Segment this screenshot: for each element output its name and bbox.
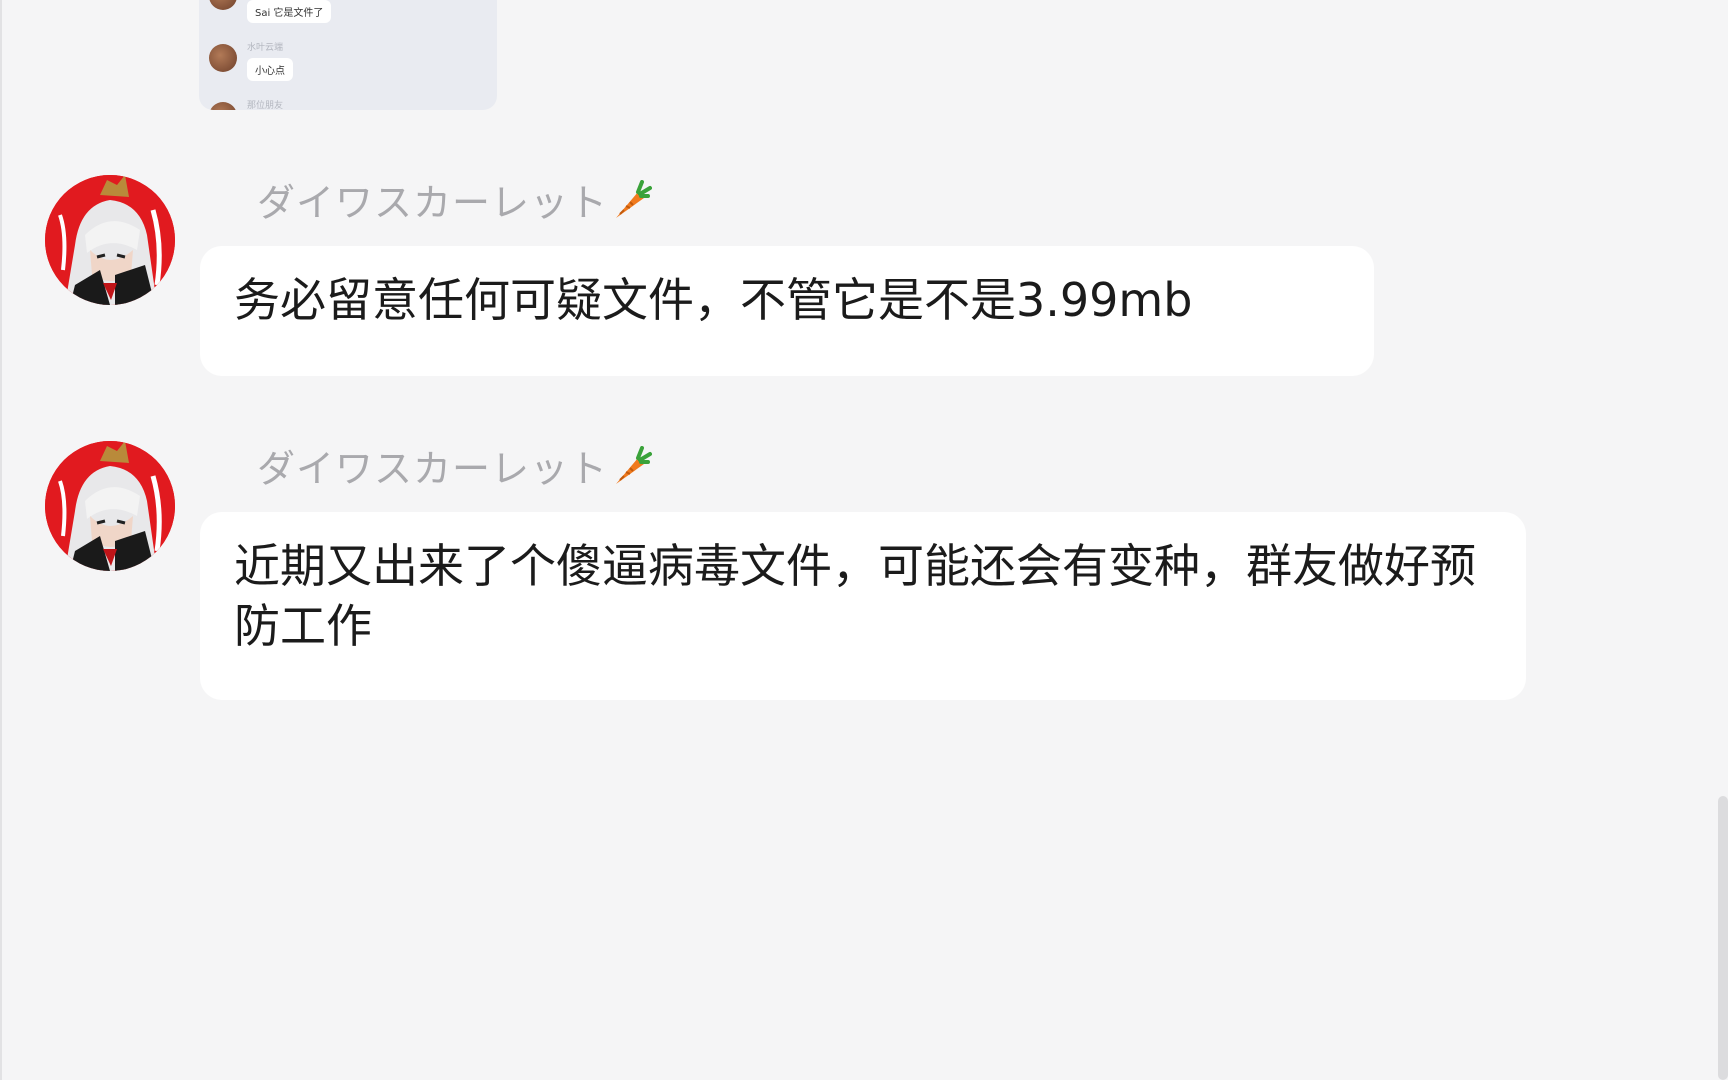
sender-name[interactable]: ダイワスカーレット: [257, 438, 653, 497]
scrollbar-thumb[interactable]: [1718, 796, 1728, 1080]
preview-sender-name: 水叶云端: [247, 43, 284, 53]
sender-name-text: ダイワスカーレット: [257, 447, 609, 491]
forwarded-chat-preview-card[interactable]: Sai 它是文件了 水叶云端 小心点 那位朋友: [199, 0, 497, 110]
preview-message-text: Sai 它是文件了: [247, 0, 332, 23]
carrot-icon: [610, 180, 653, 231]
avatar: [209, 0, 237, 10]
scrollbar[interactable]: [1714, 0, 1728, 1080]
sender-name-text: ダイワスカーレット: [257, 181, 609, 225]
anime-character-avatar-icon: [45, 441, 175, 571]
avatar: [209, 44, 237, 72]
message-bubble[interactable]: 近期又出来了个傻逼病毒文件，可能还会有变种，群友做好预防工作: [200, 512, 1526, 700]
chat-message-list[interactable]: Sai 它是文件了 水叶云端 小心点 那位朋友 ダイワスカーレット 务必留意任何…: [0, 0, 1728, 1080]
preview-message-text: 小心点: [247, 58, 293, 81]
anime-character-avatar-icon: [45, 175, 175, 305]
avatar: [209, 102, 237, 110]
carrot-icon: [610, 446, 653, 497]
avatar[interactable]: [45, 441, 175, 571]
message-bubble[interactable]: 务必留意任何可疑文件，不管它是不是3.99mb: [200, 246, 1374, 376]
sender-name[interactable]: ダイワスカーレット: [257, 172, 653, 231]
preview-sender-name: 那位朋友: [247, 101, 284, 110]
avatar[interactable]: [45, 175, 175, 305]
